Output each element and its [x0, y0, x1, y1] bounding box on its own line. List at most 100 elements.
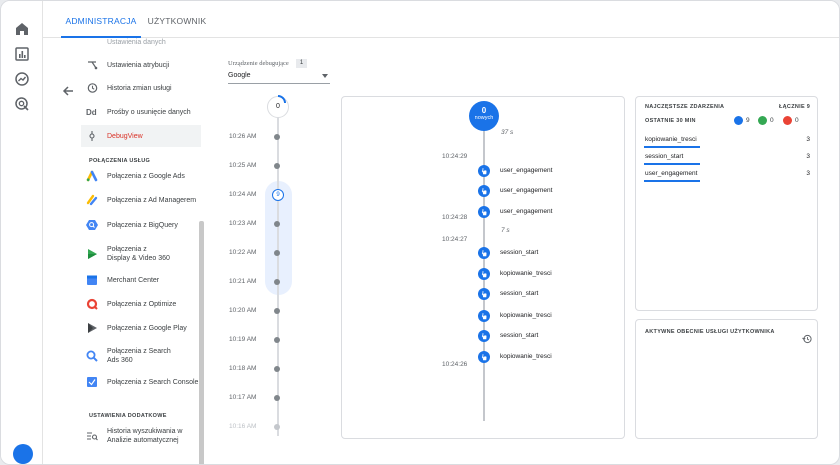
- event-name: session_start: [500, 332, 539, 339]
- bigquery-icon: [85, 218, 99, 232]
- help-icon[interactable]: [13, 444, 33, 464]
- search-history-icon: [85, 429, 99, 443]
- minute-row[interactable]: 10:22 AM: [229, 249, 289, 259]
- event-row[interactable]: kopiowanie_tresci: [478, 310, 598, 322]
- merchant-center-icon: [85, 273, 99, 287]
- event-row[interactable]: session_start: [478, 288, 598, 300]
- minute-dot: [274, 221, 280, 227]
- event-row[interactable]: session_start: [478, 247, 598, 259]
- nav-item-label: Merchant Center: [107, 276, 160, 284]
- svg-text:Dd: Dd: [86, 108, 97, 117]
- nav-item-dv360[interactable]: Połączenia z Display & Video 360: [81, 242, 201, 266]
- nav-item-label: Połączenia z BigQuery: [107, 221, 178, 229]
- nav-item-search-history[interactable]: Historia wyszukiwania w Analizie automat…: [81, 424, 201, 448]
- nav-item-history[interactable]: Historia zmian usługi: [81, 77, 201, 99]
- minute-row[interactable]: 10:17 AM: [229, 394, 289, 404]
- nav-item-google-ads[interactable]: Połączenia z Google Ads: [81, 165, 201, 187]
- nav-item-cut[interactable]: Ustawienia danych: [107, 39, 166, 46]
- nav-item-google-play[interactable]: Połączenia z Google Play: [81, 317, 201, 339]
- nav-item-label: Połączenia z Google Play: [107, 324, 187, 332]
- dv360-icon: [85, 247, 99, 261]
- minute-row[interactable]: 10:21 AM: [229, 278, 289, 288]
- top-events-period: OSTATNIE 30 MIN: [645, 118, 696, 124]
- minute-row[interactable]: 10:25 AM: [229, 162, 289, 172]
- top-event-count: 3: [806, 170, 810, 177]
- app-window: ADMINISTRACJA UŻYTKOWNIK Ustawienia dany…: [0, 0, 840, 465]
- minute-label: 10:21 AM: [229, 278, 257, 285]
- event-icon: [478, 185, 490, 197]
- event-row[interactable]: user_engagement: [478, 185, 598, 197]
- minute-dot: [274, 308, 280, 314]
- nav-item-label: Połączenia z Search Ads 360: [107, 348, 171, 364]
- minute-row[interactable]: 10:23 AM: [229, 220, 289, 230]
- minute-row[interactable]: 10:18 AM: [229, 365, 289, 375]
- device-dropdown[interactable]: Google: [228, 72, 330, 84]
- search-ads-icon: [85, 349, 99, 363]
- event-row[interactable]: kopiowanie_tresci: [478, 351, 598, 363]
- event-row[interactable]: user_engagement: [478, 206, 598, 218]
- ad-manager-icon: [85, 193, 99, 207]
- minute-dot: [274, 279, 280, 285]
- nav-scrollbar[interactable]: [199, 221, 204, 464]
- nav-item-bigquery[interactable]: Połączenia z BigQuery: [81, 214, 201, 236]
- advertising-icon[interactable]: [14, 96, 30, 112]
- top-event-name: user_engagement: [645, 170, 698, 177]
- top-events-total: ŁĄCZNIE 9: [779, 104, 811, 110]
- optimize-icon: [85, 297, 99, 311]
- nav-item-debugview[interactable]: DebugView: [81, 125, 201, 147]
- stat-events-value: 9: [746, 116, 750, 124]
- seconds-interval: 37 s: [501, 129, 514, 136]
- admin-nav: Ustawienia danych Ustawienia atrybucji H…: [81, 38, 201, 464]
- nav-item-data-deletion[interactable]: Dd Prośby o usunięcie danych: [81, 101, 201, 123]
- event-row[interactable]: session_start: [478, 330, 598, 342]
- event-icon: [478, 288, 490, 300]
- section-heading-links: POŁĄCZENIA USŁUG: [89, 158, 151, 164]
- top-event-row[interactable]: kopiowanie_tresci 3: [644, 136, 810, 150]
- event-name: kopiowanie_tresci: [500, 270, 552, 277]
- event-name: session_start: [500, 249, 539, 256]
- minute-label: 10:19 AM: [229, 336, 257, 343]
- seconds-top-count: 0: [481, 106, 487, 115]
- event-icon: [478, 310, 490, 322]
- user-properties-card: [635, 319, 818, 439]
- minute-label: 10:17 AM: [229, 394, 257, 401]
- event-name: user_engagement: [500, 208, 553, 215]
- top-event-name: session_start: [645, 153, 684, 160]
- minute-row[interactable]: 10:26 AM: [229, 133, 289, 143]
- top-event-row[interactable]: session_start 3: [644, 153, 810, 167]
- back-arrow-icon[interactable]: [61, 84, 75, 98]
- minute-row[interactable]: 10:19 AM: [229, 336, 289, 346]
- reports-icon[interactable]: [14, 46, 30, 62]
- stat-events: 9: [734, 115, 750, 125]
- nav-item-ad-manager[interactable]: Połączenia z Ad Managerem: [81, 189, 201, 211]
- tab-administracja[interactable]: ADMINISTRACJA: [61, 1, 141, 38]
- seconds-timestamp: 10:24:29: [442, 153, 468, 160]
- tab-uzytkownik[interactable]: UŻYTKOWNIK: [141, 1, 213, 38]
- seconds-top-counter[interactable]: 0 nowych: [469, 101, 499, 131]
- seconds-top-label: nowych: [474, 115, 494, 121]
- minute-event-badge[interactable]: 9: [272, 189, 284, 201]
- nav-item-merchant-center[interactable]: Merchant Center: [81, 269, 201, 291]
- error-icon: [783, 115, 792, 125]
- minute-dot: [274, 395, 280, 401]
- debug-icon: [85, 129, 99, 143]
- seconds-timestamp: 10:24:28: [442, 214, 468, 221]
- nav-item-label: Połączenia z Google Ads: [107, 172, 185, 180]
- nav-item-search-ads[interactable]: Połączenia z Search Ads 360: [81, 344, 201, 368]
- history-icon[interactable]: [802, 334, 812, 344]
- attribution-icon: [85, 58, 99, 72]
- home-icon[interactable]: [14, 21, 30, 37]
- event-row[interactable]: user_engagement: [478, 165, 598, 177]
- top-event-row[interactable]: user_engagement 3: [644, 170, 810, 184]
- nav-item-optimize[interactable]: Połączenia z Optimize: [81, 293, 201, 315]
- minute-label: 10:18 AM: [229, 365, 257, 372]
- minute-row[interactable]: 10:16 AM: [229, 423, 289, 433]
- nav-item-attribution[interactable]: Ustawienia atrybucji: [81, 54, 201, 76]
- nav-item-search-console[interactable]: Połączenia z Search Console: [81, 371, 201, 393]
- event-row[interactable]: kopiowanie_tresci: [478, 268, 598, 280]
- minute-row[interactable]: 10:20 AM: [229, 307, 289, 317]
- explore-icon[interactable]: [14, 71, 30, 87]
- device-selected-value: Google: [228, 72, 251, 79]
- top-event-count: 3: [806, 136, 810, 143]
- google-ads-icon: [85, 169, 99, 183]
